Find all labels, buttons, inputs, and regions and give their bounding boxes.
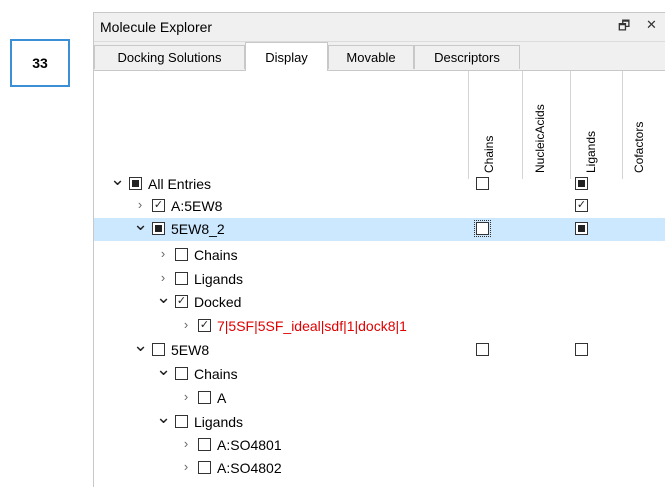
tree-row[interactable]: › Chains: [94, 244, 665, 267]
column-header-ligands[interactable]: Ligands: [584, 77, 604, 173]
ligands-column-checkbox[interactable]: [575, 177, 588, 190]
tree-item-label: A:SO4801: [217, 437, 282, 453]
tree-checkbox[interactable]: [175, 415, 188, 428]
chevron-down-icon[interactable]: ⌄: [133, 335, 148, 356]
tree-row[interactable]: › Ligands: [94, 268, 665, 291]
chevron-right-icon[interactable]: ›: [156, 246, 170, 261]
ligands-column-checkbox[interactable]: ✓: [575, 199, 588, 212]
tree-item-label: A:5EW8: [171, 198, 223, 214]
tree-item-label: Chains: [194, 366, 238, 382]
tree-row[interactable]: ⌄ ✓ Docked: [94, 287, 665, 314]
tab-descriptors[interactable]: Descriptors: [414, 45, 520, 69]
tab-bar: Docking Solutions Display Movable Descri…: [94, 42, 665, 71]
tree-checkbox[interactable]: [175, 248, 188, 261]
chains-column-checkbox[interactable]: [476, 343, 489, 356]
column-header-nucleicacids[interactable]: NucleicAcids: [533, 77, 553, 173]
chevron-right-icon[interactable]: ›: [156, 270, 170, 285]
chains-column-checkbox[interactable]: [474, 220, 491, 237]
ligands-column-checkbox[interactable]: [575, 343, 588, 356]
tree-item-label: Docked: [194, 294, 242, 310]
molecule-explorer-panel: Molecule Explorer 🗗 ✕ Docking Solutions …: [93, 12, 665, 487]
chevron-down-icon[interactable]: ⌄: [110, 169, 125, 190]
tree-item-label: All Entries: [148, 176, 212, 192]
close-icon[interactable]: ✕: [646, 17, 657, 33]
tree-checkbox[interactable]: [198, 391, 211, 404]
step-number-badge: 33: [10, 39, 70, 87]
tree-checkbox[interactable]: [198, 461, 211, 474]
tree-item-label: 7|5SF|5SF_ideal|sdf|1|dock8|1: [217, 318, 407, 334]
tree-checkbox[interactable]: [175, 367, 188, 380]
tab-display[interactable]: Display: [245, 42, 328, 71]
tree-item-label: 5EW8: [171, 342, 210, 358]
panel-title: Molecule Explorer: [100, 19, 213, 35]
tree-row[interactable]: ⌄ All Entries: [94, 169, 665, 196]
column-header-cofactors[interactable]: Cofactors: [632, 77, 652, 173]
chevron-right-icon[interactable]: ›: [179, 459, 193, 474]
tree-row[interactable]: ⌄ 5EW8: [94, 335, 665, 362]
tree-row[interactable]: ⌄ 5EW8_2: [94, 214, 665, 241]
tree-checkbox[interactable]: [152, 222, 165, 235]
column-header-chains[interactable]: Chains: [482, 77, 502, 173]
column-separator: [522, 71, 523, 179]
tree-checkbox[interactable]: ✓: [152, 199, 165, 212]
column-separator: [622, 71, 623, 179]
tree-row[interactable]: › A: [94, 387, 665, 410]
tree-item-label: Ligands: [194, 414, 244, 430]
chevron-right-icon[interactable]: ›: [179, 317, 193, 332]
tree-row[interactable]: › ✓ 7|5SF|5SF_ideal|sdf|1|dock8|1: [94, 315, 665, 338]
float-window-icon[interactable]: 🗗: [618, 17, 630, 39]
tab-label: Display: [265, 49, 308, 65]
tree-row[interactable]: › A:SO4801: [94, 434, 665, 457]
tree-item-label: A:SO4802: [217, 460, 282, 476]
tree-checkbox[interactable]: [198, 438, 211, 451]
tab-movable[interactable]: Movable: [328, 45, 414, 69]
panel-titlebar: Molecule Explorer 🗗 ✕: [94, 13, 665, 42]
tree-checkbox[interactable]: ✓: [175, 295, 188, 308]
chevron-right-icon[interactable]: ›: [179, 389, 193, 404]
tree-row[interactable]: › ✓ A:5EW8 ✓: [94, 195, 665, 218]
ligands-column-checkbox[interactable]: [575, 222, 588, 235]
tab-label: Descriptors: [434, 50, 500, 65]
tree-checkbox[interactable]: [152, 343, 165, 356]
column-separator: [468, 71, 469, 179]
column-separator: [570, 71, 571, 179]
chevron-down-icon[interactable]: ⌄: [156, 287, 171, 308]
tab-label: Docking Solutions: [117, 50, 222, 65]
step-number: 33: [32, 55, 48, 71]
chains-column-checkbox[interactable]: [476, 177, 489, 190]
tab-label: Movable: [346, 50, 396, 65]
tree-row[interactable]: ⌄ Ligands: [94, 407, 665, 434]
tree-checkbox[interactable]: [129, 177, 142, 190]
tab-docking-solutions[interactable]: Docking Solutions: [94, 45, 245, 69]
chevron-down-icon[interactable]: ⌄: [156, 407, 171, 428]
tree-checkbox[interactable]: ✓: [198, 319, 211, 332]
chevron-down-icon[interactable]: ⌄: [133, 214, 148, 235]
tree-row[interactable]: › A:SO4802: [94, 457, 665, 480]
chevron-right-icon[interactable]: ›: [179, 436, 193, 451]
tree-item-label: Chains: [194, 247, 238, 263]
tree-item-label: Ligands: [194, 271, 244, 287]
tree-checkbox[interactable]: [175, 272, 188, 285]
chevron-down-icon[interactable]: ⌄: [156, 359, 171, 380]
tree-item-label: A: [217, 390, 227, 406]
tree-row[interactable]: ⌄ Chains: [94, 359, 665, 386]
chevron-right-icon[interactable]: ›: [133, 197, 147, 212]
tree-item-label: 5EW8_2: [171, 221, 225, 237]
